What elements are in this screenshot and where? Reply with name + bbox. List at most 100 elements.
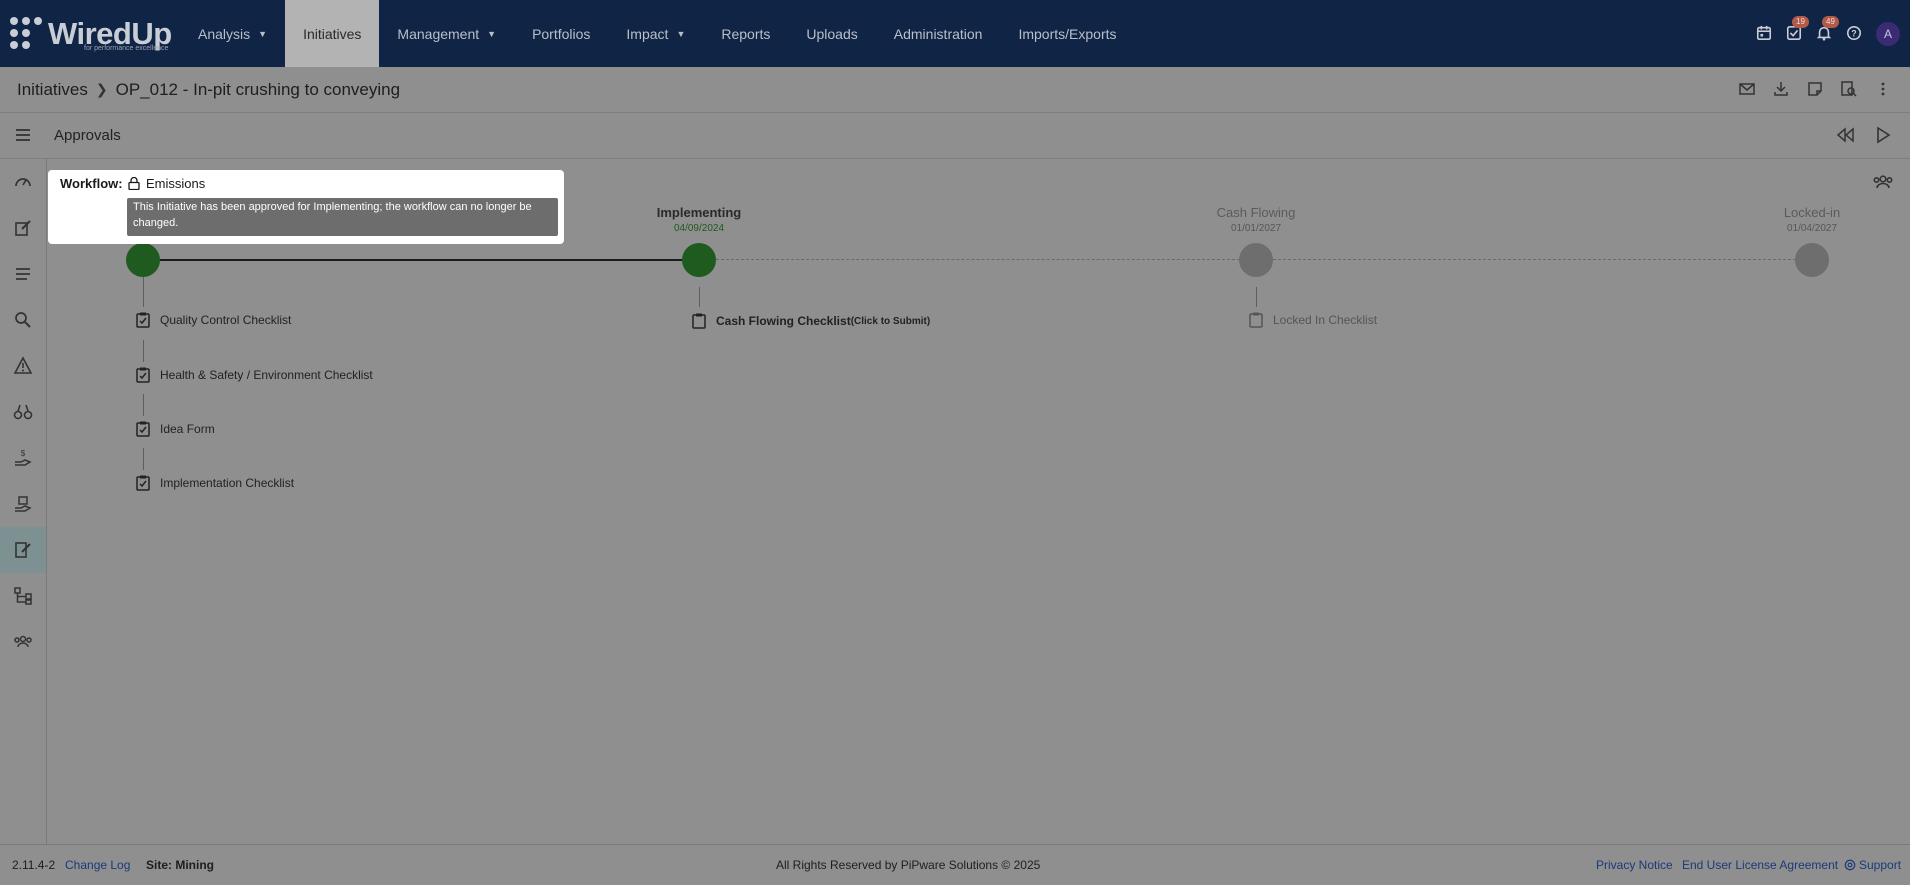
top-navigation: WiredUp for performance excellence Analy… [0,0,1910,67]
clipboard-icon [1249,312,1263,328]
more-vertical-icon[interactable] [1874,80,1892,98]
rail-benefits[interactable] [0,481,46,527]
nav-imports-exports[interactable]: Imports/Exports [1000,0,1134,67]
privacy-notice-link[interactable]: Privacy Notice [1596,858,1673,872]
connector [143,394,144,416]
svg-text:$: $ [21,449,26,458]
checklist-item[interactable]: Idea Form [136,421,215,437]
checklist-label: Health & Safety / Environment Checklist [160,368,373,382]
rail-search[interactable] [0,297,46,343]
copyright-text: All Rights Reserved by PiPware Solutions… [776,858,1041,872]
nav-portfolios[interactable]: Portfolios [514,0,608,67]
rail-financials[interactable]: $ [0,435,46,481]
app-version: 2.11.4-2 [12,858,56,872]
eula-link[interactable]: End User License Agreement [1682,858,1838,872]
checklist-hint: (Click to Submit) [850,315,931,327]
rail-review[interactable] [0,389,46,435]
clipboard-icon [692,313,706,329]
team-members-icon[interactable] [1872,173,1894,191]
download-icon[interactable] [1772,80,1790,98]
clipboard-check-icon [136,421,150,437]
nav-reports[interactable]: Reports [703,0,788,67]
clipboard-check-icon [136,475,150,491]
progress-line-pending-2 [1273,259,1796,260]
checklist-item[interactable]: Implementation Checklist [136,475,294,491]
workflow-popup: Workflow: Emissions This Initiative has … [48,170,564,244]
nav-initiatives-label: Initiatives [303,25,362,42]
connector [143,340,144,362]
bell-icon[interactable]: 49 [1816,15,1839,43]
chevron-right-icon: ❯ [95,81,108,97]
stage-cash-flowing-date: 01/01/2027 [1230,223,1282,234]
stage-node-implementing[interactable] [682,243,716,277]
breadcrumb-root[interactable]: Initiatives [17,80,88,100]
nav-management[interactable]: Management ▼ [379,0,514,67]
section-title: Approvals [54,127,121,144]
rail-list[interactable] [0,251,46,297]
calendar-icon[interactable] [1756,25,1774,43]
nav-impact[interactable]: Impact ▼ [608,0,703,67]
checklist-item[interactable]: Locked In Checklist [1249,312,1377,328]
clipboard-check-icon [136,312,150,328]
rail-risks[interactable] [0,343,46,389]
user-avatar[interactable]: A [1876,21,1900,46]
rail-edit[interactable] [0,205,46,251]
stage-node-evaluating[interactable] [126,243,160,277]
mail-icon[interactable] [1738,80,1756,98]
change-log-link[interactable]: Change Log [65,858,130,872]
search-icon [15,312,31,328]
connector [143,448,144,470]
workflow-value: Emissions [128,176,205,191]
caret-down-icon: ▼ [676,28,686,39]
tasks-badge: 19 [1792,15,1809,28]
logo-tagline: for performance excellence [84,45,169,52]
workflow-name: Emissions [146,176,206,191]
checklist-item[interactable]: Health & Safety / Environment Checklist [136,367,373,383]
stage-implementing-date: 04/09/2024 [673,223,725,234]
list-icon [16,268,30,280]
note-icon[interactable] [1806,80,1824,98]
warning-icon [13,356,33,374]
nav-initiatives[interactable]: Initiatives [285,0,380,67]
workflow-tooltip: This Initiative has been approved for Im… [127,198,558,236]
checklist-label: Quality Control Checklist [160,313,292,327]
play-icon[interactable] [1874,126,1892,149]
caret-down-icon: ▼ [487,28,497,39]
nav-management-label: Management [397,25,480,42]
caret-down-icon: ▼ [258,28,268,39]
rewind-icon[interactable] [1836,126,1856,149]
rail-approvals[interactable] [0,527,46,573]
nav-analysis[interactable]: Analysis ▼ [180,0,285,67]
clipboard-check-icon [136,367,150,383]
stage-node-locked-in[interactable] [1795,243,1829,277]
nav-imports-exports-label: Imports/Exports [1018,25,1117,42]
nav-uploads[interactable]: Uploads [788,0,875,67]
hamburger-menu-icon[interactable] [14,126,32,144]
help-icon[interactable]: ? [1846,25,1864,43]
support-icon [1844,859,1856,871]
checklist-label: Cash Flowing Checklist [716,314,851,328]
svg-text:?: ? [1851,28,1856,38]
stage-implementing: Implementing 04/09/2024 [619,205,779,234]
workflow-label: Workflow: [60,176,123,191]
stage-implementing-name: Implementing [656,205,742,220]
breadcrumb: Initiatives ❯ OP_012 - In-pit crushing t… [0,67,1910,113]
approval-icon [15,542,31,558]
stage-node-cash-flowing[interactable] [1239,243,1273,277]
lock-icon [128,177,140,190]
binoculars-icon [13,404,33,420]
support-label: Support [1859,858,1902,872]
rail-dashboard[interactable] [0,159,46,205]
wiredup-logo[interactable]: WiredUp for performance excellence [0,0,180,67]
checklist-item[interactable]: Quality Control Checklist [136,312,291,328]
search-document-icon[interactable] [1840,80,1858,98]
nav-administration[interactable]: Administration [876,0,1001,67]
rail-team[interactable] [0,619,46,665]
tasks-icon[interactable]: 19 [1786,15,1809,43]
nav-portfolios-label: Portfolios [532,25,591,42]
checklist-item-submit[interactable]: Cash Flowing Checklist (Click to Submit) [692,313,930,329]
logo-dots-icon [10,16,44,51]
support-link[interactable]: Support [1844,858,1901,872]
rail-workflow[interactable] [0,573,46,619]
workflow-icon [14,587,32,605]
